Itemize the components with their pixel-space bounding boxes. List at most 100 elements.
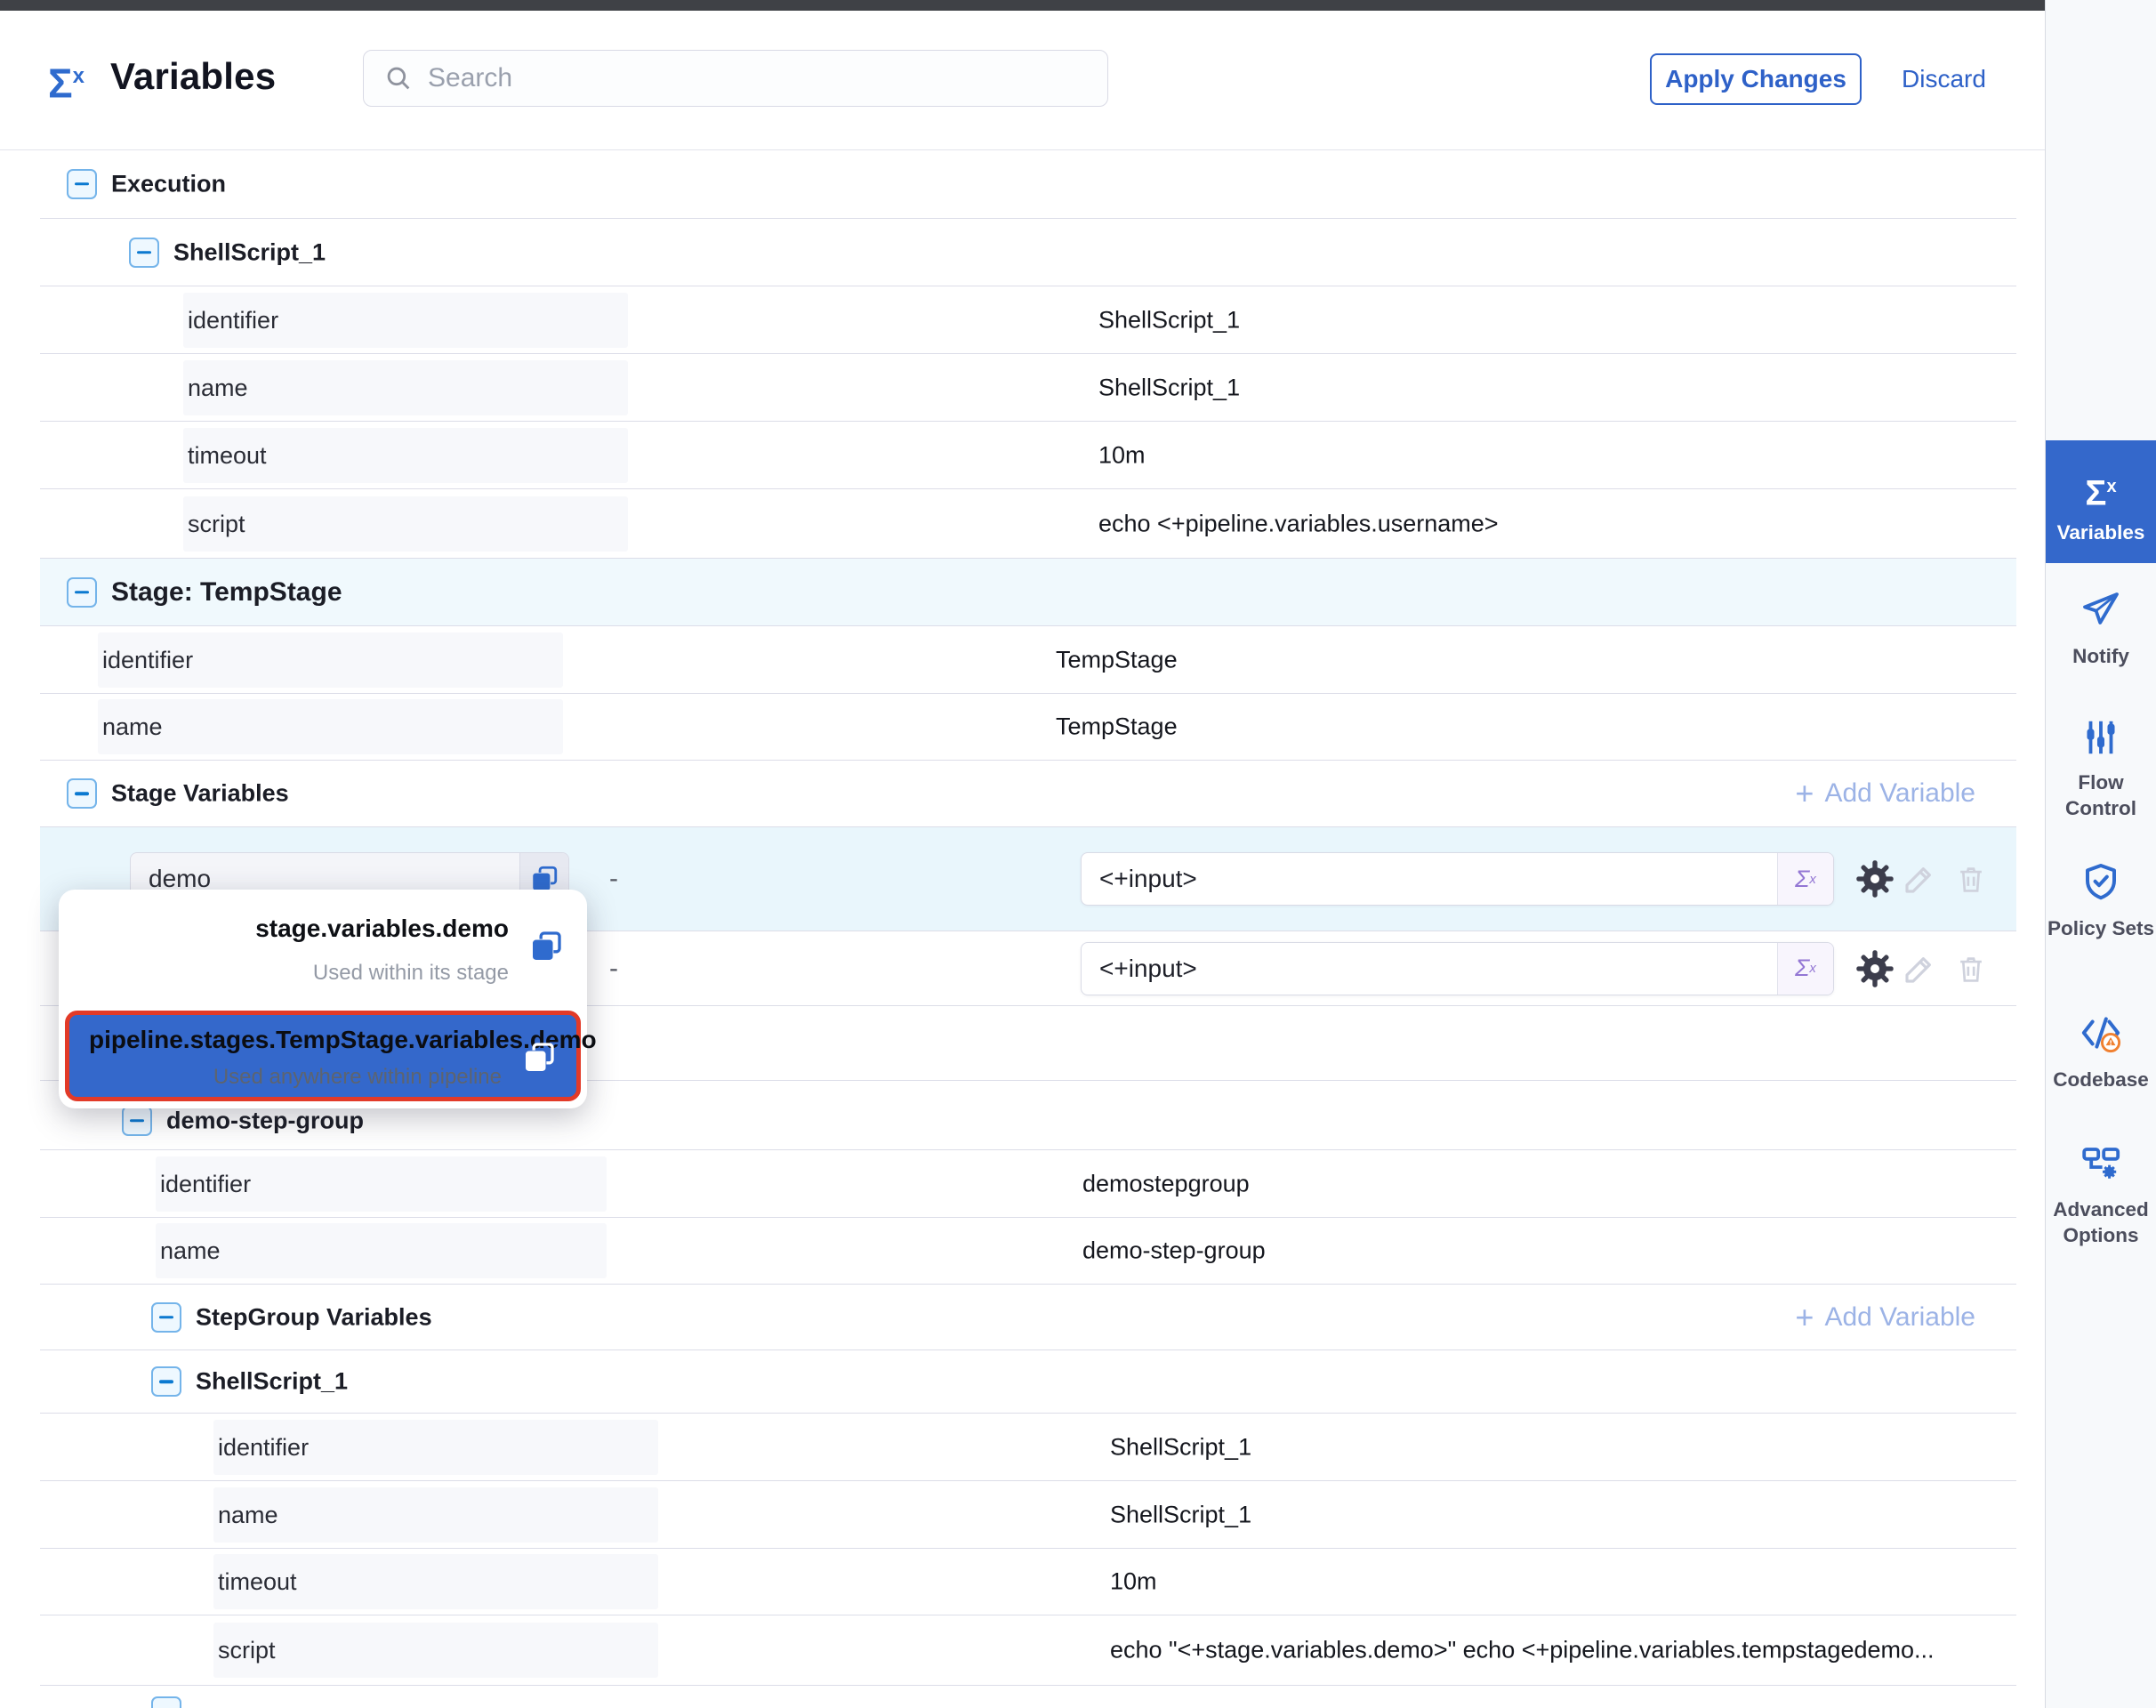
field-value: ShellScript_1 (1098, 374, 1240, 401)
collapse-toggle-icon[interactable] (151, 1302, 181, 1333)
sidebar-item-label: Notify (2046, 643, 2156, 669)
field-label: name (156, 1223, 607, 1278)
search-icon (383, 63, 414, 93)
gear-icon[interactable] (1854, 948, 1895, 989)
collapse-toggle-icon[interactable] (151, 1366, 181, 1397)
variable-scope-value: - (600, 864, 627, 894)
discard-button[interactable]: Discard (1902, 53, 1986, 105)
field-label: identifier (98, 632, 563, 688)
flow-gear-icon (2080, 1142, 2122, 1185)
field-label: name (98, 699, 563, 754)
section-label: Stage: TempStage (111, 577, 342, 608)
sidebar-item-label: Policy Sets (2046, 915, 2156, 941)
sidebar-item-codebase[interactable]: Codebase (2046, 1011, 2156, 1092)
scope-description: Used anywhere within pipeline (213, 1065, 502, 1090)
scope-option-stage[interactable]: stage.variables.demo Used within its sta… (59, 890, 587, 1009)
plus-icon: + (1795, 1304, 1814, 1331)
right-sidebar: Σx Variables Notify Flow Control Policy … (2045, 0, 2156, 1708)
collapse-toggle-icon[interactable] (67, 169, 97, 199)
field-label: identifier (156, 1156, 607, 1212)
collapse-toggle-icon[interactable] (129, 238, 159, 268)
sidebar-item-label: Flow Control (2046, 769, 2156, 821)
field-label: script (183, 496, 628, 552)
window-top-strip (0, 0, 2046, 11)
minus-glyph (130, 1119, 144, 1123)
add-variable-label: Add Variable (1824, 1302, 1975, 1333)
field-row: name ShellScript_1 (40, 354, 2016, 422)
section-label: StepGroup Variables (196, 1303, 432, 1331)
field-value: 10m (1098, 441, 1146, 469)
field-label: timeout (213, 1554, 658, 1609)
edit-icon[interactable] (1901, 860, 1938, 898)
gear-icon[interactable] (1854, 858, 1895, 899)
copy-icon[interactable] (521, 1040, 557, 1076)
edit-icon[interactable] (1901, 950, 1938, 987)
collapse-toggle-icon[interactable] (151, 1696, 181, 1708)
field-row: identifierdemostepgroup (40, 1150, 2016, 1218)
field-value: ShellScript_1 (1110, 1433, 1251, 1461)
minus-glyph (75, 591, 89, 594)
add-variable-label: Add Variable (1824, 778, 1975, 809)
section-label: ShellScript_1 (173, 238, 326, 266)
field-value: ShellScript_1 (1098, 306, 1240, 334)
sidebar-item-notify[interactable]: Notify (2046, 589, 2156, 669)
field-row: script echo "<+stage.variables.demo>" ech… (40, 1615, 2016, 1686)
field-row: identifier ShellScript_1 (40, 1414, 2016, 1481)
field-row: identifierTempStage (40, 626, 2016, 694)
field-label: identifier (213, 1420, 658, 1475)
sidebar-item-advanced-options[interactable]: Advanced Options (2046, 1142, 2156, 1248)
code-warning-icon (2079, 1011, 2123, 1055)
collapse-toggle-icon[interactable] (67, 577, 97, 608)
sigma-x-icon: Σx (48, 52, 84, 108)
add-variable-button[interactable]: + Add Variable (1795, 778, 1975, 809)
minus-glyph (75, 792, 89, 795)
field-row: scriptecho <+pipeline.variables.username… (40, 489, 2016, 559)
paper-plane-icon (2080, 589, 2122, 632)
field-value: demo-step-group (1082, 1237, 1266, 1265)
section-row: StepGroup Variables + Add Variable (40, 1285, 2016, 1350)
apply-changes-button[interactable]: Apply Changes (1650, 53, 1862, 105)
section-row: Execution (40, 149, 2016, 219)
field-row: identifier ShellScript_1 (40, 286, 2016, 354)
field-value: echo "<+stage.variables.demo>" echo <+pi… (1110, 1637, 1935, 1664)
collapse-toggle-icon[interactable] (67, 778, 97, 809)
sliders-icon (2080, 717, 2121, 758)
panel-header: Σx Variables Apply Changes Discard (0, 11, 2046, 150)
field-label: timeout (183, 428, 628, 483)
search-box[interactable] (363, 50, 1108, 107)
field-label: name (183, 360, 628, 415)
variables-panel: Σx Variables Apply Changes Discard Execu… (0, 0, 2156, 1708)
copy-icon[interactable] (528, 929, 564, 964)
delete-icon[interactable] (1954, 862, 1988, 896)
scope-description: Used within its stage (313, 961, 509, 986)
section-label: demo-step-group (166, 1107, 364, 1134)
sidebar-item-variables[interactable]: Σx Variables (2046, 440, 2156, 563)
field-row: nameTempStage (40, 694, 2016, 761)
variable-scope-popup: stage.variables.demo Used within its sta… (59, 890, 587, 1108)
field-label: name (213, 1487, 658, 1543)
variable-value-field[interactable]: Σx (1081, 942, 1834, 995)
minus-glyph (159, 1380, 173, 1383)
sidebar-item-policy-sets[interactable]: Policy Sets (2046, 861, 2156, 941)
sidebar-item-flow-control[interactable]: Flow Control (2046, 717, 2156, 821)
search-input[interactable] (426, 62, 1107, 94)
variable-value-input[interactable] (1082, 943, 1777, 995)
field-label: identifier (183, 293, 628, 348)
minus-glyph (159, 1316, 173, 1319)
scope-option-pipeline-selected[interactable]: pipeline.stages.TempStage.variables.demo… (65, 1011, 581, 1101)
variable-value-input[interactable] (1082, 853, 1777, 905)
sidebar-item-label: Advanced Options (2046, 1196, 2156, 1248)
delete-icon[interactable] (1954, 952, 1988, 986)
field-label: script (213, 1623, 658, 1678)
page-title: Variables (110, 55, 276, 98)
add-variable-button[interactable]: + Add Variable (1795, 1302, 1975, 1333)
field-row: nameShellScript_1 (40, 1481, 2016, 1549)
shield-check-icon (2080, 861, 2122, 904)
section-row: Stage Variables+Add Variable (40, 761, 2016, 827)
plus-icon: + (1795, 780, 1814, 807)
variable-value-field[interactable]: Σx (1081, 852, 1834, 906)
collapse-toggle-icon[interactable] (122, 1106, 152, 1136)
minus-glyph (137, 251, 151, 254)
expression-icon[interactable]: Σx (1777, 943, 1833, 995)
expression-icon[interactable]: Σx (1777, 853, 1833, 905)
